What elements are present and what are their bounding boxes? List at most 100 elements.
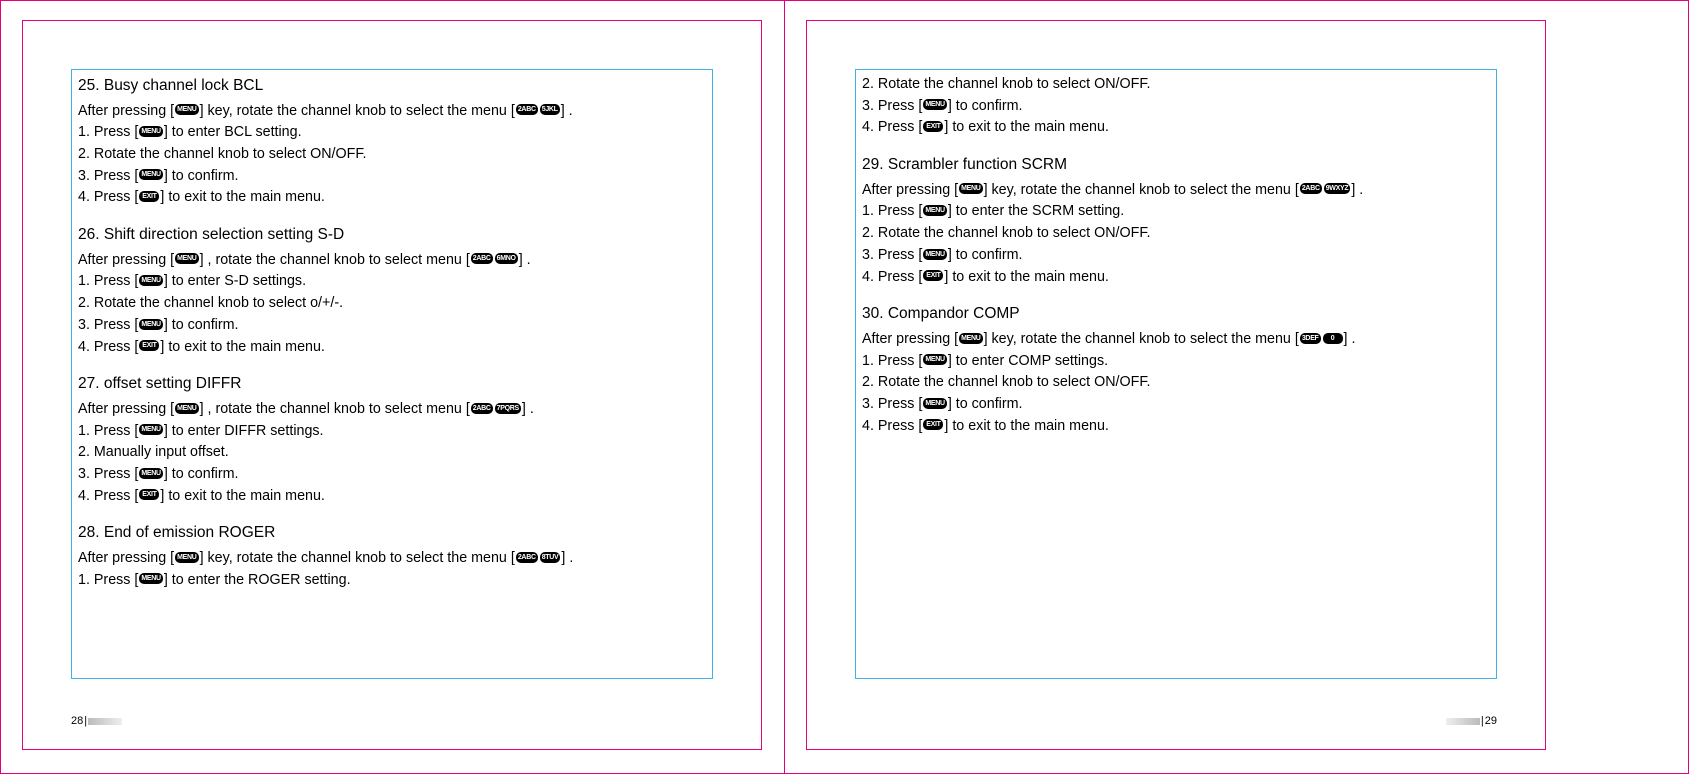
section-25-step1: 1. Press [MENU] to enter BCL setting. <box>78 122 704 144</box>
text: ] to confirm. <box>948 396 1023 412</box>
text: ] to confirm. <box>164 466 239 482</box>
key-2-icon: 2ABC <box>516 552 538 563</box>
section-28-step3: 3. Press [MENU] to confirm. <box>862 96 1488 118</box>
text: ] to exit to the main menu. <box>160 189 325 205</box>
text: ] to exit to the main menu. <box>160 339 325 355</box>
text: 3. Press [ <box>862 98 922 114</box>
section-27-step2: 2. Manually input offset. <box>78 442 704 464</box>
key-6-icon: 6MNO <box>495 253 518 264</box>
section-25-step3: 3. Press [MENU] to confirm. <box>78 166 704 188</box>
text: ] to exit to the main menu. <box>160 488 325 504</box>
text: ] to enter DIFFR settings. <box>164 423 324 439</box>
text: ] to enter the SCRM setting. <box>948 203 1124 219</box>
section-25-intro: After pressing [MENU] key, rotate the ch… <box>78 101 704 123</box>
content-box-right: 2. Rotate the channel knob to select ON/… <box>855 69 1497 679</box>
menu-key-icon: MENU <box>175 104 198 115</box>
section-29-step4: 4. Press [EXIT] to exit to the main menu… <box>862 267 1488 289</box>
text: ] to exit to the main menu. <box>944 119 1109 135</box>
page-number: 28 <box>71 715 83 727</box>
text: ] to confirm. <box>948 247 1023 263</box>
text: 1. Press [ <box>862 203 922 219</box>
key-2-icon: 2ABC <box>516 104 538 115</box>
text: ] to enter S-D settings. <box>164 273 306 289</box>
section-30-step1: 1. Press [MENU] to enter COMP settings. <box>862 351 1488 373</box>
section-27-intro: After pressing [MENU] , rotate the chann… <box>78 399 704 421</box>
key-2-icon: 2ABC <box>471 253 493 264</box>
text: ] . <box>561 103 573 119</box>
text: 4. Press [ <box>78 339 138 355</box>
text: ] , rotate the channel knob to select me… <box>200 401 470 417</box>
footer-pipe: | <box>84 715 87 727</box>
text: ] to confirm. <box>948 98 1023 114</box>
page-footer-right: |29 <box>1446 715 1497 727</box>
text: 4. Press [ <box>78 488 138 504</box>
text: 4. Press [ <box>862 119 922 135</box>
key-2-icon: 2ABC <box>471 403 493 414</box>
text: 3. Press [ <box>862 247 922 263</box>
section-29-intro: After pressing [MENU] key, rotate the ch… <box>862 180 1488 202</box>
menu-key-icon: MENU <box>139 319 162 330</box>
footer-pipe: | <box>1481 715 1484 727</box>
section-26-step1: 1. Press [MENU] to enter S-D settings. <box>78 271 704 293</box>
text: ] . <box>522 401 534 417</box>
text: ] to enter BCL setting. <box>164 124 302 140</box>
section-30-intro: After pressing [MENU] key, rotate the ch… <box>862 329 1488 351</box>
section-27-step4: 4. Press [EXIT] to exit to the main menu… <box>78 486 704 508</box>
text: ] to confirm. <box>164 168 239 184</box>
key-5-icon: 5JKL <box>540 104 560 115</box>
menu-key-icon: MENU <box>139 468 162 479</box>
text: ] , rotate the channel knob to select me… <box>200 252 470 268</box>
section-30-title: 30. Compandor COMP <box>862 302 1488 326</box>
exit-key-icon: EXIT <box>139 340 159 351</box>
exit-key-icon: EXIT <box>923 270 943 281</box>
text: After pressing [ <box>78 103 174 119</box>
section-30-step3: 3. Press [MENU] to confirm. <box>862 394 1488 416</box>
key-3-icon: 3DEF <box>1300 333 1321 344</box>
text: ] to enter the ROGER setting. <box>164 572 351 588</box>
text: After pressing [ <box>78 401 174 417</box>
key-2-icon: 2ABC <box>1300 183 1322 194</box>
section-27-title: 27. offset setting DIFFR <box>78 372 704 396</box>
text: After pressing [ <box>862 331 958 347</box>
text: 1. Press [ <box>78 273 138 289</box>
footer-bar-icon <box>88 718 122 725</box>
text: ] . <box>519 252 531 268</box>
section-28-intro: After pressing [MENU] key, rotate the ch… <box>78 548 704 570</box>
section-25-title: 25. Busy channel lock BCL <box>78 74 704 98</box>
text: ] . <box>561 550 573 566</box>
section-28-step4: 4. Press [EXIT] to exit to the main menu… <box>862 117 1488 139</box>
text: 4. Press [ <box>862 418 922 434</box>
menu-key-icon: MENU <box>923 398 946 409</box>
section-30-step4: 4. Press [EXIT] to exit to the main menu… <box>862 416 1488 438</box>
page-29: 2. Rotate the channel knob to select ON/… <box>806 20 1546 750</box>
page-footer-left: 28| <box>71 715 122 727</box>
section-26-step2: 2. Rotate the channel knob to select o/+… <box>78 293 704 315</box>
menu-key-icon: MENU <box>175 403 198 414</box>
section-28-step1: 1. Press [MENU] to enter the ROGER setti… <box>78 570 704 592</box>
text: ] to exit to the main menu. <box>944 418 1109 434</box>
section-26-title: 26. Shift direction selection setting S-… <box>78 223 704 247</box>
menu-key-icon: MENU <box>139 126 162 137</box>
section-28-step2: 2. Rotate the channel knob to select ON/… <box>862 74 1488 96</box>
text: ] key, rotate the channel knob to select… <box>984 182 1299 198</box>
text: ] to enter COMP settings. <box>948 353 1108 369</box>
section-27-step1: 1. Press [MENU] to enter DIFFR settings. <box>78 421 704 443</box>
content-box-left: 25. Busy channel lock BCL After pressing… <box>71 69 713 679</box>
text: ] to confirm. <box>164 317 239 333</box>
exit-key-icon: EXIT <box>923 121 943 132</box>
key-7-icon: 7PQRS <box>495 403 521 414</box>
key-8-icon: 8TUV <box>540 552 561 563</box>
section-27-step3: 3. Press [MENU] to confirm. <box>78 464 704 486</box>
text: After pressing [ <box>78 550 174 566</box>
menu-key-icon: MENU <box>923 354 946 365</box>
menu-key-icon: MENU <box>923 205 946 216</box>
menu-key-icon: MENU <box>923 99 946 110</box>
menu-key-icon: MENU <box>959 333 982 344</box>
section-29-title: 29. Scrambler function SCRM <box>862 153 1488 177</box>
text: 4. Press [ <box>78 189 138 205</box>
text: After pressing [ <box>78 252 174 268</box>
menu-key-icon: MENU <box>923 249 946 260</box>
text: ] to exit to the main menu. <box>944 269 1109 285</box>
text: 3. Press [ <box>78 317 138 333</box>
section-25-step2: 2. Rotate the channel knob to select ON/… <box>78 144 704 166</box>
